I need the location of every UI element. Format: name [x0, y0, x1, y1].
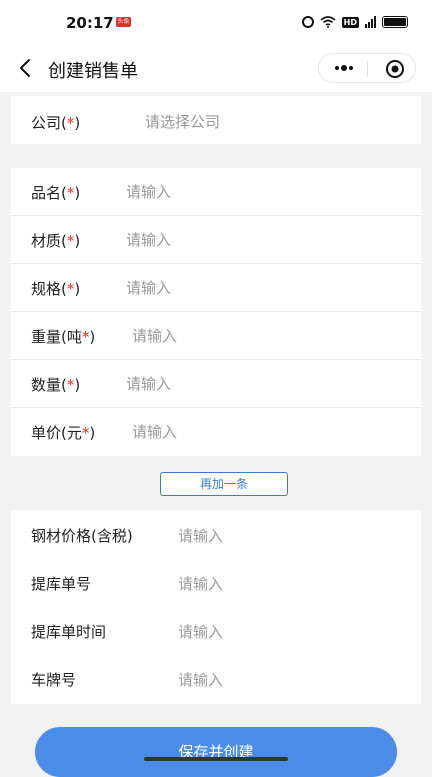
company-label: 公司(*) — [31, 114, 81, 132]
unit-price-row: 单价(元*) — [11, 408, 421, 456]
company-row[interactable]: 公司(*) — [11, 96, 421, 144]
pickup-order-no-row: 提库单号 — [11, 558, 421, 606]
add-more-button[interactable]: 再加一条 — [160, 472, 288, 496]
alarm-icon — [301, 16, 314, 28]
plate-number-row: 车牌号 — [11, 654, 421, 704]
unit-price-label: 单价(元*) — [31, 424, 96, 442]
weight-label: 重量(吨*) — [31, 328, 96, 346]
spec-label: 规格(*) — [31, 280, 81, 298]
product-name-row: 品名(*) — [11, 168, 421, 216]
weight-row: 重量(吨*) — [11, 312, 421, 360]
close-miniprogram-icon[interactable] — [385, 59, 405, 79]
miniprogram-capsule — [318, 53, 416, 83]
capsule-divider — [367, 61, 368, 77]
steel-price-input[interactable] — [178, 522, 398, 550]
quantity-label: 数量(*) — [31, 376, 81, 394]
steel-price-row: 钢材价格(含税) — [11, 510, 421, 558]
nav-bar: 创建销售单 — [0, 44, 432, 92]
pickup-order-no-input[interactable] — [178, 570, 398, 598]
quantity-row: 数量(*) — [11, 360, 421, 408]
status-bar: 20:17 头条 HD — [0, 0, 432, 44]
unit-price-input[interactable] — [132, 418, 352, 446]
hd-icon: HD — [341, 16, 359, 28]
pickup-order-no-label: 提库单号 — [31, 575, 92, 593]
weight-input[interactable] — [132, 322, 352, 350]
product-card: 品名(*) 材质(*) 规格(*) 重量(吨*) 数量(*) 单价(元*) — [11, 168, 421, 456]
spec-input[interactable] — [126, 274, 346, 302]
status-time: 20:17 — [66, 14, 114, 32]
plate-number-label: 车牌号 — [31, 671, 77, 689]
plate-number-input[interactable] — [178, 666, 398, 694]
material-row: 材质(*) — [11, 216, 421, 264]
signal-icon — [365, 16, 376, 28]
wifi-icon — [320, 16, 336, 28]
more-icon[interactable] — [333, 61, 355, 75]
steel-price-label: 钢材价格(含税) — [31, 527, 133, 545]
page-title: 创建销售单 — [48, 61, 138, 82]
company-select[interactable] — [145, 108, 365, 136]
material-input[interactable] — [126, 226, 346, 254]
back-arrow-icon[interactable] — [14, 56, 38, 80]
product-name-input[interactable] — [126, 178, 346, 206]
extra-info-card: 钢材价格(含税) 提库单号 提库单时间 车牌号 — [11, 510, 421, 704]
product-name-label: 品名(*) — [31, 184, 81, 202]
status-icons: HD — [301, 14, 408, 30]
app-notification-badge: 头条 — [116, 17, 131, 27]
company-card: 公司(*) — [11, 96, 421, 144]
save-and-create-button[interactable]: 保存并创建 — [35, 727, 397, 777]
pickup-order-time-label: 提库单时间 — [31, 623, 107, 641]
pickup-order-time-input[interactable] — [178, 618, 398, 646]
battery-icon — [382, 16, 408, 28]
quantity-input[interactable] — [126, 370, 346, 398]
home-indicator — [144, 757, 288, 761]
material-label: 材质(*) — [31, 232, 81, 250]
spec-row: 规格(*) — [11, 264, 421, 312]
pickup-order-time-row: 提库单时间 — [11, 606, 421, 654]
